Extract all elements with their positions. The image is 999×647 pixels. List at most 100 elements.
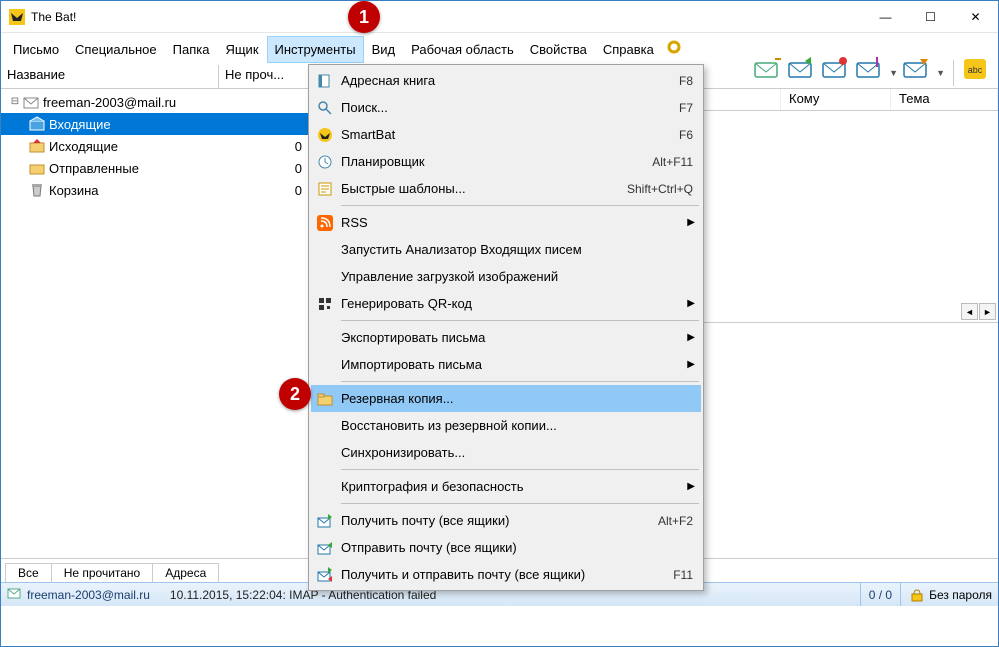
menu-item-label: Управление загрузкой изображений	[341, 269, 693, 284]
outbox-folder-icon	[29, 138, 45, 154]
tree-collapse-icon[interactable]: ⊟	[9, 96, 21, 108]
menu-item-label: Запустить Анализатор Входящих писем	[341, 242, 693, 257]
status-account[interactable]: freeman-2003@mail.ru	[27, 583, 162, 606]
toolbar-mail-icon-1[interactable]	[753, 57, 783, 88]
menu-rss[interactable]: RSS ▶	[311, 209, 701, 236]
mail-out-icon	[316, 539, 334, 557]
tree-folder-sent[interactable]: Отправленные 0	[1, 157, 310, 179]
status-password[interactable]: Без пароля	[900, 583, 992, 606]
tree-folder-outbox[interactable]: Исходящие 0	[1, 135, 310, 157]
menu-workspace[interactable]: Рабочая область	[403, 36, 522, 63]
gear-icon[interactable]	[666, 39, 682, 60]
tree-folder-label: Корзина	[49, 183, 295, 198]
menu-special[interactable]: Специальное	[67, 36, 165, 63]
tree-folder-label: Исходящие	[49, 139, 295, 154]
menu-folder[interactable]: Папка	[165, 36, 218, 63]
toolbar-abc-icon[interactable]: abc	[962, 57, 992, 88]
qr-icon	[316, 295, 334, 313]
tree-folder-label: Входящие	[49, 117, 302, 132]
tree-folder-count: 0	[295, 161, 302, 176]
menu-scheduler[interactable]: Планировщик Alt+F11	[311, 148, 701, 175]
menu-qr-code[interactable]: Генерировать QR-код ▶	[311, 290, 701, 317]
scroll-left-button[interactable]: ◄	[961, 303, 978, 320]
mail-both-icon	[316, 566, 334, 584]
menu-letter[interactable]: Письмо	[5, 36, 67, 63]
col-to-header[interactable]: Кому	[781, 89, 891, 110]
toolbar-dropdown-caret-1[interactable]: ▼	[889, 68, 898, 78]
toolbar-mail-icon-3[interactable]	[821, 57, 851, 88]
tree-folder-trash[interactable]: Корзина 0	[1, 179, 310, 201]
menu-item-label: Импортировать письма	[341, 357, 693, 372]
title-bar: The Bat! — ☐ ✕	[1, 1, 998, 32]
tree-folder-inbox[interactable]: Входящие	[1, 113, 310, 135]
menu-tools[interactable]: Инструменты	[267, 36, 364, 63]
bat-icon	[316, 126, 334, 144]
bottom-tab-all[interactable]: Все	[5, 563, 52, 582]
submenu-arrow-icon: ▶	[687, 359, 695, 370]
menu-item-shortcut: F7	[667, 101, 693, 115]
toolbar-mail-icon-4[interactable]	[855, 57, 885, 88]
scroll-right-button[interactable]: ►	[979, 303, 996, 320]
tree-folder-count: 0	[295, 183, 302, 198]
status-account-icon	[7, 586, 23, 603]
folder-tree: ⊟ freeman-2003@mail.ru Входящие Исходящи…	[1, 89, 311, 558]
toolbar-separator	[953, 60, 954, 86]
menu-item-label: Получить и отправить почту (все ящики)	[341, 567, 661, 582]
menu-receive-all[interactable]: Получить почту (все ящики) Alt+F2	[311, 507, 701, 534]
col-name-header[interactable]: Название	[1, 65, 219, 88]
book-icon	[316, 72, 334, 90]
menu-crypto[interactable]: Криптография и безопасность ▶	[311, 473, 701, 500]
submenu-arrow-icon: ▶	[687, 298, 695, 309]
menu-export[interactable]: Экспортировать письма ▶	[311, 324, 701, 351]
bottom-tab-unread[interactable]: Не прочитано	[51, 563, 154, 582]
menu-item-shortcut: F11	[661, 568, 693, 582]
menu-run-analyzer[interactable]: Запустить Анализатор Входящих писем	[311, 236, 701, 263]
window-close-button[interactable]: ✕	[953, 2, 998, 31]
menu-help[interactable]: Справка	[595, 36, 662, 63]
menu-separator	[341, 469, 699, 470]
menu-send-all[interactable]: Отправить почту (все ящики)	[311, 534, 701, 561]
toolbar-mail-icon-2[interactable]	[787, 57, 817, 88]
menu-properties[interactable]: Свойства	[522, 36, 595, 63]
tools-dropdown: Адресная книга F8 Поиск... F7 SmartBat F…	[308, 64, 704, 591]
menu-item-label: Криптография и безопасность	[341, 479, 693, 494]
app-title: The Bat!	[31, 10, 863, 24]
menu-import[interactable]: Импортировать письма ▶	[311, 351, 701, 378]
rss-icon	[316, 214, 334, 232]
menu-item-label: Планировщик	[341, 154, 640, 169]
bottom-tab-addresses[interactable]: Адреса	[152, 563, 219, 582]
menu-item-shortcut: F8	[667, 74, 693, 88]
menu-separator	[341, 503, 699, 504]
menu-item-label: Быстрые шаблоны...	[341, 181, 615, 196]
menu-mailbox[interactable]: Ящик	[217, 36, 266, 63]
trash-folder-icon	[29, 182, 45, 198]
submenu-arrow-icon: ▶	[687, 217, 695, 228]
menu-image-download[interactable]: Управление загрузкой изображений	[311, 263, 701, 290]
window-minimize-button[interactable]: —	[863, 2, 908, 31]
menu-quick-templates[interactable]: Быстрые шаблоны... Shift+Ctrl+Q	[311, 175, 701, 202]
col-subject-header[interactable]: Тема	[891, 89, 998, 110]
menu-item-label: SmartBat	[341, 127, 667, 142]
menu-separator	[341, 205, 699, 206]
tree-account-row[interactable]: ⊟ freeman-2003@mail.ru	[1, 91, 310, 113]
window-maximize-button[interactable]: ☐	[908, 2, 953, 31]
menu-address-book[interactable]: Адресная книга F8	[311, 67, 701, 94]
menu-item-label: Резервная копия...	[341, 391, 693, 406]
menu-search[interactable]: Поиск... F7	[311, 94, 701, 121]
mail-in-icon	[316, 512, 334, 530]
menu-restore[interactable]: Восстановить из резервной копии...	[311, 412, 701, 439]
menu-sync[interactable]: Синхронизировать...	[311, 439, 701, 466]
toolbar-dropdown-caret-2[interactable]: ▼	[936, 68, 945, 78]
menu-smartbat[interactable]: SmartBat F6	[311, 121, 701, 148]
col-unread-header[interactable]: Не проч...	[219, 65, 311, 88]
app-icon	[9, 9, 25, 25]
menu-send-receive-all[interactable]: Получить и отправить почту (все ящики) F…	[311, 561, 701, 588]
menu-view[interactable]: Вид	[364, 36, 404, 63]
menu-item-shortcut: Shift+Ctrl+Q	[615, 182, 693, 196]
toolbar-mail-icon-5[interactable]	[902, 57, 932, 88]
menu-item-label: Поиск...	[341, 100, 667, 115]
search-icon	[316, 99, 334, 117]
submenu-arrow-icon: ▶	[687, 332, 695, 343]
callout-1: 1	[348, 1, 380, 33]
menu-backup[interactable]: Резервная копия...	[311, 385, 701, 412]
